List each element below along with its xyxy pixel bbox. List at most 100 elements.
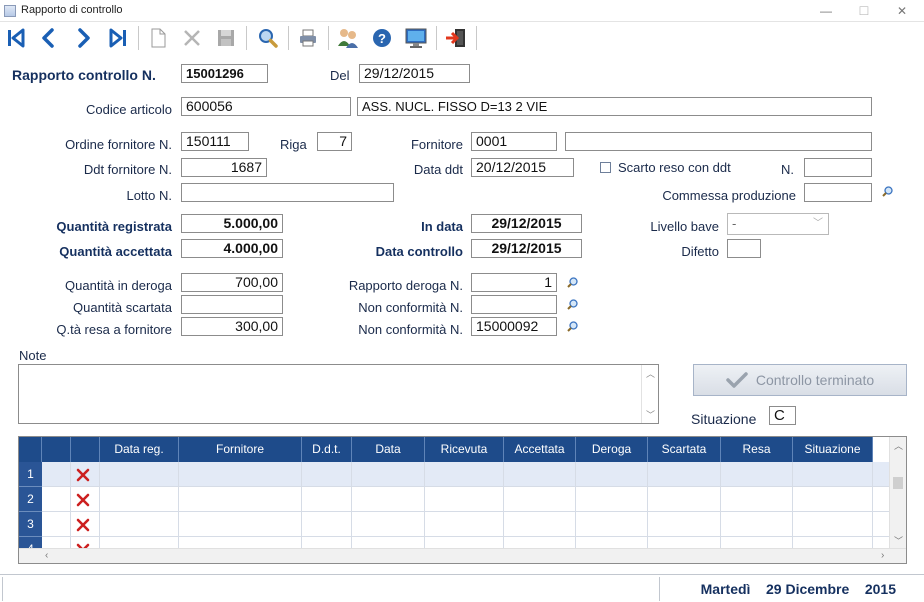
- del-date-field[interactable]: 29/12/2015: [359, 64, 470, 83]
- delete-button[interactable]: [178, 24, 206, 52]
- next-record-button[interactable]: [70, 24, 98, 52]
- grid-header-situazione[interactable]: Situazione: [793, 437, 873, 462]
- scroll-right-icon[interactable]: ›: [881, 550, 884, 561]
- new-button[interactable]: [144, 24, 172, 52]
- n-field[interactable]: [804, 158, 872, 177]
- grid-vertical-scrollbar[interactable]: ︿ ﹀: [889, 437, 906, 549]
- first-record-button[interactable]: [2, 24, 30, 52]
- close-button[interactable]: ✕: [884, 0, 920, 22]
- row-number[interactable]: 3: [19, 512, 42, 537]
- table-cell[interactable]: [793, 512, 873, 537]
- grid-horizontal-scrollbar[interactable]: ‹ ›: [19, 548, 906, 563]
- table-cell[interactable]: [648, 512, 721, 537]
- row-number[interactable]: 1: [19, 462, 42, 487]
- print-button[interactable]: [294, 24, 322, 52]
- note-scrollbar[interactable]: ︿ ﹀: [641, 365, 658, 423]
- minimize-button[interactable]: —: [808, 0, 844, 22]
- fornitore-name-field[interactable]: [565, 132, 872, 151]
- table-cell[interactable]: [100, 512, 179, 537]
- situazione-field[interactable]: C: [769, 406, 796, 425]
- row-number[interactable]: 2: [19, 487, 42, 512]
- save-button[interactable]: [212, 24, 240, 52]
- maximize-button[interactable]: ☐: [846, 0, 882, 22]
- data-controllo-field[interactable]: 29/12/2015: [471, 239, 582, 258]
- scroll-left-icon[interactable]: ‹: [45, 550, 48, 561]
- table-row[interactable]: 2: [19, 487, 891, 512]
- monitor-button[interactable]: [402, 24, 430, 52]
- in-data-field[interactable]: 29/12/2015: [471, 214, 582, 233]
- table-cell[interactable]: [42, 512, 71, 537]
- nonconf2-field[interactable]: 15000092: [471, 317, 557, 336]
- ordine-field[interactable]: 150111: [181, 132, 249, 151]
- controllo-terminato-button[interactable]: Controllo terminato: [693, 364, 907, 396]
- table-cell[interactable]: [179, 487, 302, 512]
- table-cell[interactable]: [42, 487, 71, 512]
- scroll-up-icon[interactable]: ︿: [894, 439, 903, 452]
- table-cell[interactable]: [42, 462, 71, 487]
- grid-header-ddt[interactable]: D.d.t.: [302, 437, 352, 462]
- commessa-lookup-icon[interactable]: [881, 185, 895, 199]
- scarto-checkbox[interactable]: [600, 162, 611, 173]
- grid-header-deroga[interactable]: Deroga: [576, 437, 648, 462]
- data-ddt-field[interactable]: 20/12/2015: [471, 158, 574, 177]
- grid-header-ricevuta[interactable]: Ricevuta: [425, 437, 504, 462]
- table-cell[interactable]: [425, 487, 504, 512]
- table-cell[interactable]: [504, 487, 576, 512]
- table-cell[interactable]: [179, 512, 302, 537]
- deroga-lookup-icon[interactable]: [566, 276, 580, 290]
- qta-scartata-field[interactable]: [181, 295, 283, 314]
- table-cell[interactable]: [179, 462, 302, 487]
- grid-header-resa[interactable]: Resa: [721, 437, 793, 462]
- table-cell[interactable]: [793, 487, 873, 512]
- table-cell[interactable]: [504, 462, 576, 487]
- fornitore-code-field[interactable]: 0001: [471, 132, 557, 151]
- table-cell[interactable]: [721, 487, 793, 512]
- table-cell[interactable]: [721, 462, 793, 487]
- ddt-field[interactable]: 1687: [181, 158, 267, 177]
- table-cell[interactable]: [352, 462, 425, 487]
- rapporto-deroga-field[interactable]: 1: [471, 273, 557, 292]
- table-cell[interactable]: [352, 487, 425, 512]
- qta-registrata-field[interactable]: 5.000,00: [181, 214, 283, 233]
- commessa-field[interactable]: [804, 183, 872, 202]
- table-cell[interactable]: [648, 487, 721, 512]
- users-button[interactable]: [334, 24, 362, 52]
- table-cell[interactable]: [100, 487, 179, 512]
- table-cell[interactable]: [425, 512, 504, 537]
- table-cell[interactable]: [100, 462, 179, 487]
- prev-record-button[interactable]: [34, 24, 62, 52]
- qta-resa-field[interactable]: 300,00: [181, 317, 283, 336]
- table-cell[interactable]: [302, 462, 352, 487]
- delete-row-icon[interactable]: [75, 467, 91, 483]
- descrizione-field[interactable]: ASS. NUCL. FISSO D=13 2 VIE: [357, 97, 872, 116]
- grid-header-accettata[interactable]: Accettata: [504, 437, 576, 462]
- scroll-down-icon[interactable]: ﹀: [646, 408, 655, 421]
- scroll-down-icon[interactable]: ﹀: [894, 534, 903, 547]
- nonconf1-lookup-icon[interactable]: [566, 298, 580, 312]
- table-cell[interactable]: [425, 462, 504, 487]
- table-cell[interactable]: [721, 512, 793, 537]
- table-cell[interactable]: [576, 462, 648, 487]
- difetto-field[interactable]: [727, 239, 761, 258]
- qta-accettata-field[interactable]: 4.000,00: [181, 239, 283, 258]
- table-cell[interactable]: [793, 462, 873, 487]
- note-textarea[interactable]: ︿ ﹀: [18, 364, 659, 424]
- table-cell[interactable]: [648, 462, 721, 487]
- grid-header-fornitore[interactable]: Fornitore: [179, 437, 302, 462]
- delete-row-icon[interactable]: [75, 517, 91, 533]
- nonconf2-lookup-icon[interactable]: [566, 320, 580, 334]
- riga-field[interactable]: 7: [317, 132, 352, 151]
- exit-button[interactable]: [442, 24, 470, 52]
- rapporto-number-field[interactable]: 15001296: [181, 64, 268, 83]
- table-cell[interactable]: [302, 487, 352, 512]
- last-record-button[interactable]: [104, 24, 132, 52]
- grid-header-data[interactable]: Data: [352, 437, 425, 462]
- table-cell[interactable]: [302, 512, 352, 537]
- help-button[interactable]: ?: [368, 24, 396, 52]
- scroll-thumb[interactable]: [893, 477, 903, 489]
- nonconf1-field[interactable]: [471, 295, 557, 314]
- table-cell[interactable]: [576, 512, 648, 537]
- table-cell[interactable]: [352, 512, 425, 537]
- lotto-field[interactable]: [181, 183, 394, 202]
- scroll-up-icon[interactable]: ︿: [646, 367, 655, 380]
